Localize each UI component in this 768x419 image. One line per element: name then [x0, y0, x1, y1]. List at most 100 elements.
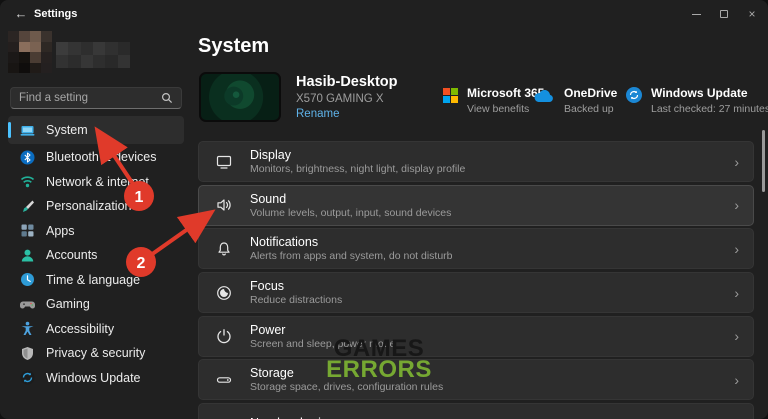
chevron-right-icon: ›	[734, 286, 739, 300]
row-subtitle: Alerts from apps and system, do not dist…	[250, 250, 453, 262]
row-title: Focus	[250, 279, 342, 293]
sidebar-item-label: Apps	[46, 224, 75, 238]
sidebar-item-personalization[interactable]: Personalization	[8, 194, 184, 219]
status-onedrive[interactable]: OneDrive Backed up	[533, 86, 617, 115]
row-focus[interactable]: Focus Reduce distractions ›	[198, 272, 754, 313]
window-title: Settings	[34, 8, 77, 20]
sidebar-item-network-internet[interactable]: Network & internet	[8, 170, 184, 195]
sidebar-item-label: Personalization	[46, 199, 131, 213]
window-controls: ×	[682, 0, 766, 28]
row-power[interactable]: Power Screen and sleep, power mode ›	[198, 316, 754, 357]
bell-icon	[215, 240, 233, 258]
sidebar-item-accessibility[interactable]: Accessibility	[8, 317, 184, 342]
device-name: Hasib-Desktop	[296, 74, 398, 90]
close-button[interactable]: ×	[738, 0, 766, 28]
settings-window: ← Settings × System	[0, 0, 768, 419]
sidebar-item-label: Accounts	[46, 248, 97, 262]
close-icon: ×	[748, 8, 755, 20]
microsoft-logo-icon	[443, 88, 458, 103]
brush-icon	[20, 199, 35, 214]
sidebar-item-label: System	[46, 123, 88, 137]
row-notifications[interactable]: Notifications Alerts from apps and syste…	[198, 228, 754, 269]
accessibility-icon	[20, 321, 35, 336]
row-title: Display	[250, 148, 465, 162]
row-title: Sound	[250, 192, 451, 206]
sidebar-item-label: Network & internet	[46, 175, 149, 189]
device-wallpaper-thumbnail	[199, 72, 281, 122]
row-display[interactable]: Display Monitors, brightness, night ligh…	[198, 141, 754, 182]
sidebar-item-system[interactable]: System	[8, 116, 184, 144]
clock-icon	[20, 272, 35, 287]
sidebar-item-apps[interactable]: Apps	[8, 219, 184, 244]
sidebar-item-label: Gaming	[46, 297, 90, 311]
settings-rows: Display Monitors, brightness, night ligh…	[198, 141, 754, 419]
windows-update-icon	[626, 87, 642, 103]
search-box[interactable]	[10, 87, 182, 109]
minimize-icon	[692, 14, 701, 15]
sidebar-item-gaming[interactable]: Gaming	[8, 292, 184, 317]
shield-icon	[20, 346, 35, 361]
status-subtitle: Last checked: 27 minutes ago	[651, 103, 768, 115]
laptop-icon	[20, 123, 35, 138]
row-subtitle: Screen and sleep, power mode	[250, 338, 395, 350]
sidebar-item-accounts[interactable]: Accounts	[8, 243, 184, 268]
device-info: Hasib-Desktop X570 GAMING X Rename	[296, 74, 398, 120]
nearby-sharing-icon	[215, 415, 233, 419]
sidebar-nav: System Bluetooth & devices Network & int…	[8, 116, 184, 390]
sidebar-item-privacy-security[interactable]: Privacy & security	[8, 341, 184, 366]
chevron-right-icon: ›	[734, 198, 739, 212]
row-title: Storage	[250, 366, 443, 380]
focus-icon	[215, 284, 233, 302]
rename-link[interactable]: Rename	[296, 108, 398, 120]
row-subtitle: Volume levels, output, input, sound devi…	[250, 207, 451, 219]
back-button[interactable]: ←	[12, 6, 30, 22]
user-avatar-blurred[interactable]	[8, 31, 52, 73]
person-icon	[20, 248, 35, 263]
search-input[interactable]	[19, 92, 161, 104]
sidebar-item-bluetooth-devices[interactable]: Bluetooth & devices	[8, 145, 184, 170]
page-title: System	[198, 35, 269, 58]
row-storage[interactable]: Storage Storage space, drives, configura…	[198, 359, 754, 400]
status-subtitle: Backed up	[564, 103, 617, 115]
back-arrow-icon: ←	[15, 6, 28, 21]
apps-grid-icon	[20, 223, 35, 238]
status-title: OneDrive	[564, 86, 617, 100]
maximize-button[interactable]	[710, 0, 738, 28]
sidebar-item-label: Bluetooth & devices	[46, 150, 157, 164]
row-title: Notifications	[250, 235, 453, 249]
status-title: Windows Update	[651, 86, 768, 100]
sidebar-item-label: Windows Update	[46, 371, 141, 385]
maximize-icon	[720, 10, 728, 18]
chevron-right-icon: ›	[734, 242, 739, 256]
user-name-blurred	[56, 42, 130, 68]
status-microsoft-365[interactable]: Microsoft 365 View benefits	[443, 86, 544, 115]
sidebar-item-windows-update[interactable]: Windows Update	[8, 366, 184, 391]
chevron-right-icon: ›	[734, 373, 739, 387]
update-icon	[20, 370, 35, 385]
monitor-icon	[215, 153, 233, 171]
row-nearby-sharing[interactable]: Nearby sharing ›	[198, 403, 754, 419]
titlebar: ← Settings ×	[0, 0, 768, 28]
search-icon	[161, 92, 173, 104]
chevron-right-icon: ›	[734, 155, 739, 169]
row-subtitle: Monitors, brightness, night light, displ…	[250, 163, 465, 175]
row-title: Power	[250, 323, 395, 337]
sidebar-item-label: Time & language	[46, 273, 140, 287]
controller-icon	[20, 297, 35, 312]
sidebar-item-label: Privacy & security	[46, 346, 145, 360]
sidebar-item-time-language[interactable]: Time & language	[8, 268, 184, 293]
storage-drive-icon	[215, 371, 233, 389]
speaker-icon	[215, 196, 233, 214]
status-windows-update[interactable]: Windows Update Last checked: 27 minutes …	[626, 86, 768, 115]
device-model: X570 GAMING X	[296, 93, 398, 105]
bluetooth-icon	[20, 150, 35, 165]
row-subtitle: Reduce distractions	[250, 294, 342, 306]
onedrive-cloud-icon	[533, 89, 555, 104]
scrollbar-thumb[interactable]	[762, 130, 765, 192]
row-sound[interactable]: Sound Volume levels, output, input, soun…	[198, 185, 754, 226]
chevron-right-icon: ›	[734, 329, 739, 343]
row-subtitle: Storage space, drives, configuration rul…	[250, 381, 443, 393]
sidebar-item-label: Accessibility	[46, 322, 114, 336]
power-icon	[215, 327, 233, 345]
minimize-button[interactable]	[682, 0, 710, 28]
